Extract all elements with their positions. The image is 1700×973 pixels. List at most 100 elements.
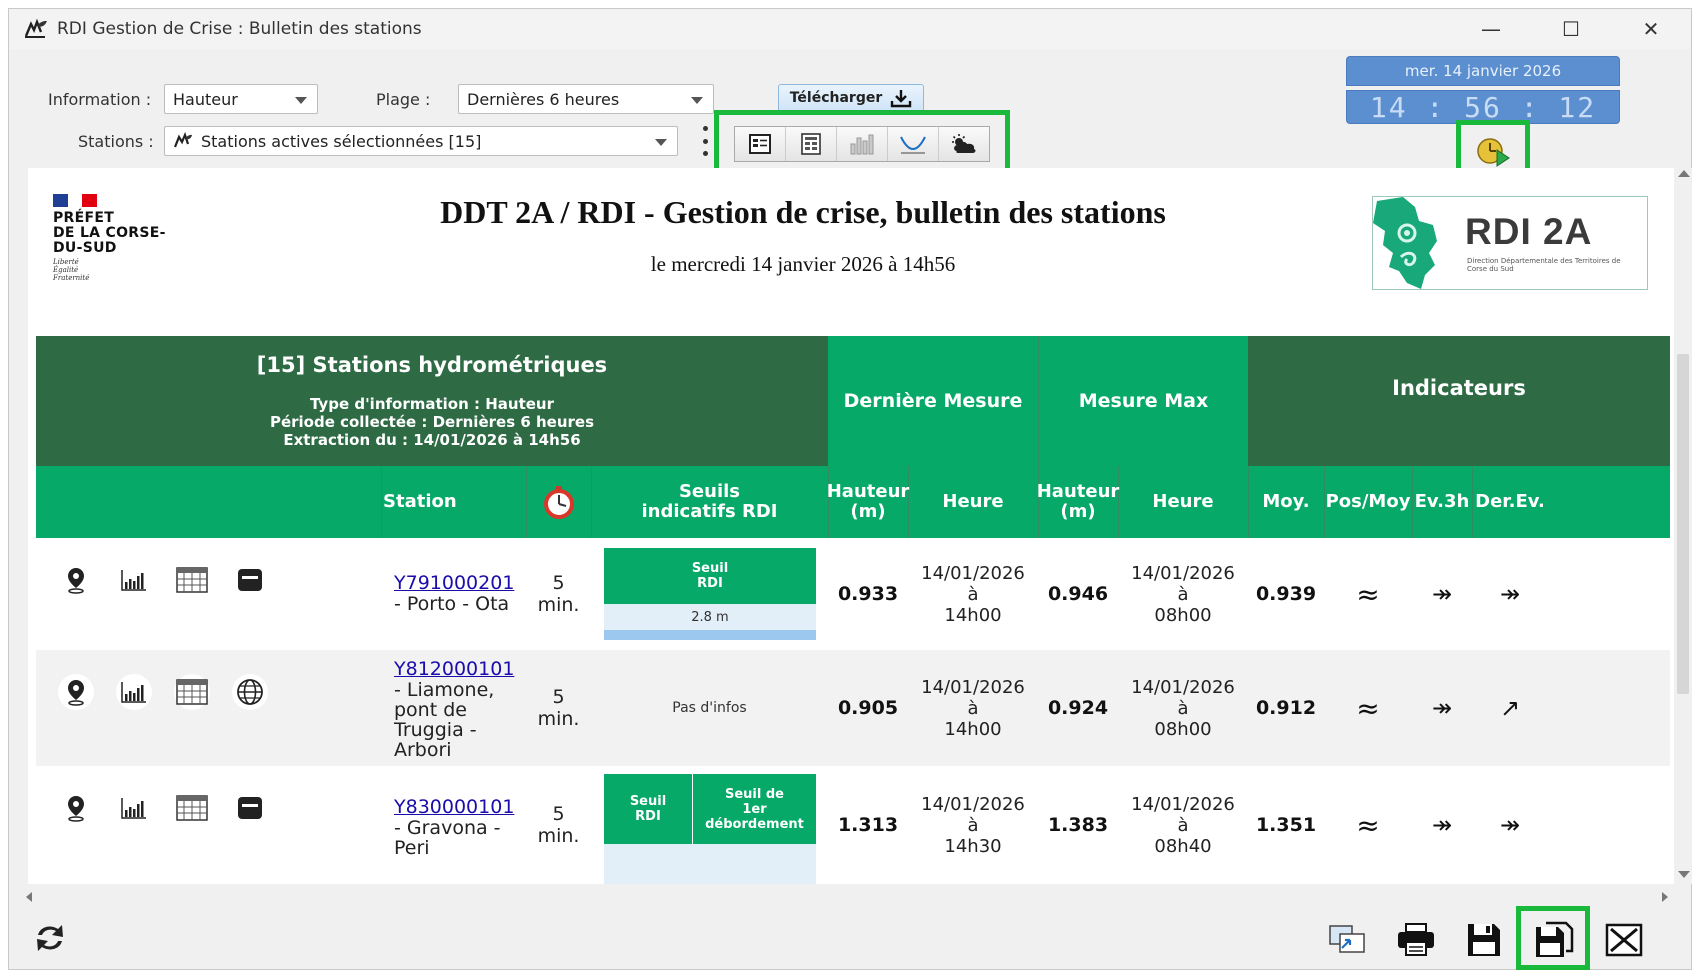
station-code-link[interactable]: Y791000201 — [394, 572, 514, 594]
camera-icon — [238, 797, 262, 819]
col-moy: Moy. — [1262, 491, 1310, 512]
chevron-down-icon — [691, 97, 703, 104]
webcam-button[interactable] — [232, 562, 268, 598]
location-pin-button[interactable] — [58, 790, 94, 826]
last-trend: ↠ — [1499, 811, 1521, 839]
save-as-button[interactable] — [1532, 920, 1576, 960]
col-station: Station — [383, 491, 457, 512]
scroll-left-arrow[interactable] — [26, 892, 32, 902]
clock-date: mer. 14 janvier 2026 — [1346, 56, 1620, 86]
seuil-no-info: Pas d'infos — [672, 700, 747, 716]
table-row: Y791000201 - Porto - Ota 5 min. Seuil RD… — [36, 538, 1670, 650]
table-row: Y812000101 - Liamone, pont de Truggia - … — [36, 650, 1670, 766]
stations-label: Stations : — [78, 132, 154, 151]
plage-label: Plage : — [376, 90, 431, 109]
seuil-indicator: Seuil RDI 2.8 m — [604, 548, 816, 640]
maximize-button[interactable]: ☐ — [1531, 9, 1611, 49]
location-pin-button[interactable] — [58, 674, 94, 710]
max-height: 0.946 — [1047, 583, 1109, 605]
stations-group-meta: Type d'information : Hauteur Période col… — [270, 395, 594, 449]
position-vs-average: ≈ — [1356, 691, 1380, 725]
download-icon — [891, 90, 912, 108]
bar-chart-button[interactable] — [837, 127, 888, 161]
title-bar: RDI Gestion de Crise : Bulletin des stat… — [9, 9, 1691, 49]
french-flag-icon — [53, 194, 98, 207]
chevron-down-icon — [655, 139, 667, 146]
export-button[interactable] — [1326, 920, 1370, 960]
scroll-down-arrow[interactable] — [1678, 871, 1690, 878]
information-select[interactable]: Hauteur — [164, 84, 318, 114]
horizontal-scrollbar[interactable] — [20, 888, 1674, 906]
webcam-button[interactable] — [232, 790, 268, 826]
location-pin-icon — [68, 568, 84, 594]
last-time: 14/01/2026 à 14h00 — [921, 562, 1025, 626]
list-view-button[interactable] — [786, 127, 837, 161]
printer-icon — [1398, 923, 1434, 956]
close-window-button[interactable]: ✕ — [1611, 9, 1691, 49]
weather-icon — [952, 134, 976, 153]
graph-button[interactable] — [116, 790, 152, 826]
col-heure-max: Heure — [1152, 491, 1214, 512]
col-hauteur-max: Hauteur (m) — [1036, 481, 1120, 522]
form-view-button[interactable] — [735, 127, 786, 161]
seuil-label: Seuil RDI — [604, 548, 816, 604]
trend-3h: ↠ — [1431, 694, 1453, 722]
scroll-up-arrow[interactable] — [1678, 170, 1690, 177]
station-name: - Gravona - Peri — [394, 817, 501, 859]
export-screen-icon — [1329, 925, 1365, 953]
close-box-icon — [1605, 923, 1643, 957]
data-table-button[interactable] — [174, 562, 210, 598]
save-button[interactable] — [1462, 920, 1506, 960]
station-code-link[interactable]: Y830000101 — [394, 796, 514, 818]
print-button[interactable] — [1394, 920, 1438, 960]
average-height: 1.351 — [1255, 814, 1317, 836]
refresh-button[interactable] — [28, 918, 72, 958]
stations-select[interactable]: Stations actives sélectionnées [15] — [164, 126, 678, 156]
save-as-icon — [1536, 921, 1574, 957]
graph-button[interactable] — [116, 562, 152, 598]
window-title: RDI Gestion de Crise : Bulletin des stat… — [57, 19, 422, 39]
data-table-button[interactable] — [174, 674, 210, 710]
scroll-right-arrow[interactable] — [1662, 892, 1668, 902]
station-name: - Porto - Ota — [394, 593, 510, 615]
derniere-mesure-header: Dernière Mesure — [828, 336, 1038, 466]
average-height: 0.939 — [1255, 583, 1317, 605]
station-code-link[interactable]: Y812000101 — [394, 658, 514, 680]
last-trend: ↗ — [1499, 694, 1521, 722]
seuil-label: Seuil RDI — [604, 774, 692, 844]
max-time: 14/01/2026 à 08h00 — [1131, 676, 1235, 740]
seuil-value-area — [604, 844, 816, 884]
form-view-icon — [749, 134, 771, 154]
table-column-header: Station Seuils indicatifs RDI Hauteur (m… — [36, 466, 1670, 538]
max-time: 14/01/2026 à 08h40 — [1131, 793, 1235, 857]
station-selection-icon — [173, 132, 192, 148]
logo-text: RDI 2A — [1465, 211, 1593, 252]
more-options-icon[interactable] — [700, 126, 710, 156]
measure-frequency: 5 min. — [537, 572, 580, 616]
trend-3h: ↠ — [1431, 580, 1453, 608]
col-heure-last: Heure — [942, 491, 1004, 512]
position-vs-average: ≈ — [1356, 577, 1380, 611]
table-grid-icon — [176, 795, 208, 821]
refresh-icon — [37, 925, 63, 951]
last-height: 1.313 — [837, 814, 899, 836]
vertical-scrollbar[interactable] — [1674, 168, 1692, 884]
web-link-button[interactable] — [232, 674, 268, 710]
data-table-button[interactable] — [174, 790, 210, 826]
curve-button[interactable] — [888, 127, 939, 161]
close-bulletin-button[interactable] — [1602, 920, 1646, 960]
station-name: - Liamone, pont de Truggia - Arbori — [394, 679, 495, 761]
download-button[interactable]: Télécharger — [778, 84, 924, 112]
graph-button[interactable] — [116, 674, 152, 710]
location-pin-button[interactable] — [58, 562, 94, 598]
weather-button[interactable] — [939, 127, 989, 161]
position-vs-average: ≈ — [1356, 808, 1380, 842]
max-height: 1.383 — [1047, 814, 1109, 836]
plage-select[interactable]: Dernières 6 heures — [458, 84, 714, 114]
stopwatch-icon — [543, 486, 574, 519]
minimize-button[interactable]: — — [1451, 9, 1531, 49]
last-height: 0.905 — [837, 697, 899, 719]
col-seuils: Seuils indicatifs RDI — [641, 481, 778, 522]
scroll-thumb[interactable] — [1677, 354, 1689, 694]
col-posmoy: Pos/Moy — [1325, 491, 1411, 512]
